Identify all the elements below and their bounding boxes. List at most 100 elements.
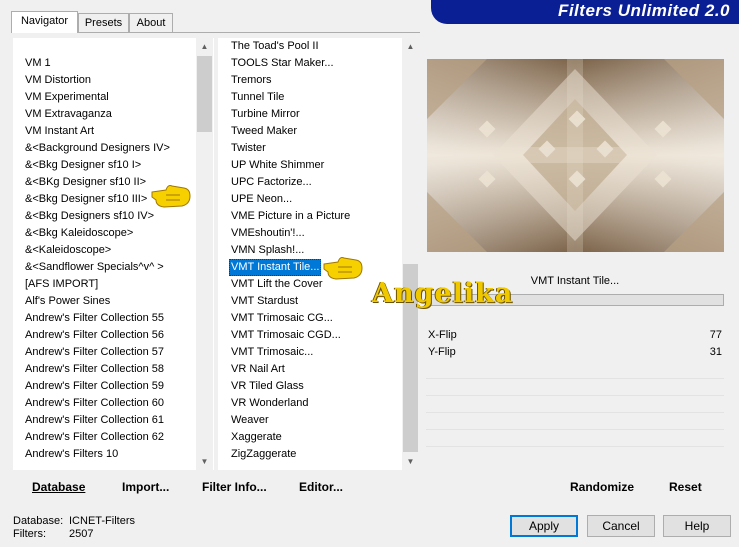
category-item[interactable]: &<Sandflower Specials^v^ >	[23, 259, 166, 276]
scroll-down-icon[interactable]: ▼	[196, 453, 213, 470]
filter-item-label: VR Tiled Glass	[231, 380, 304, 392]
filter-item[interactable]: Turbine Mirror	[229, 106, 302, 123]
filter-item-label: VMT Trimosaic CGD...	[231, 329, 341, 341]
filter-list[interactable]: The Toad's Pool II TOOLS Star Maker... Tre…	[218, 38, 419, 470]
filter-item[interactable]: UPE Neon...	[229, 191, 294, 208]
filter-item[interactable]: VMT Trimosaic...	[229, 344, 315, 361]
status-filters-label: Filters:	[13, 528, 46, 540]
filter-item-label: VME Picture in a Picture	[231, 210, 351, 222]
category-scrollbar[interactable]: ▲ ▼	[196, 38, 213, 470]
category-item[interactable]: Andrew's Filter Collection 56	[23, 327, 166, 344]
category-item-label: [AFS IMPORT]	[25, 278, 99, 290]
scroll-up-icon[interactable]: ▲	[196, 38, 213, 55]
category-item[interactable]: Andrew's Filter Collection 55	[23, 310, 166, 327]
category-item[interactable]: &<Bkg Designers sf10 IV>	[23, 208, 156, 225]
category-item[interactable]: VM Experimental	[23, 89, 111, 106]
filter-item[interactable]: VMT Lift the Cover	[229, 276, 325, 293]
category-item[interactable]: Andrew's Filters 10	[23, 446, 120, 463]
filter-info-button[interactable]: Filter Info...	[202, 480, 267, 494]
filter-item[interactable]: VMT Trimosaic CG...	[229, 310, 335, 327]
category-item[interactable]: VM Distortion	[23, 72, 93, 89]
filter-item-label: VMT Trimosaic CG...	[231, 312, 333, 324]
cancel-button[interactable]: Cancel	[587, 515, 655, 537]
filter-scrollbar[interactable]: ▲ ▼	[402, 38, 419, 470]
filter-item-label: UPC Factorize...	[231, 176, 312, 188]
category-item[interactable]: Andrew's Filter Collection 59	[23, 378, 166, 395]
category-item[interactable]: VM Instant Art	[23, 123, 96, 140]
filter-item-label: Xaggerate	[231, 431, 282, 443]
filter-item[interactable]: UP White Shimmer	[229, 157, 326, 174]
filter-item[interactable]: VMT Stardust	[229, 293, 300, 310]
category-item[interactable]: VM 1	[23, 55, 53, 72]
category-item[interactable]: &<Bkg Kaleidoscope>	[23, 225, 135, 242]
filter-item[interactable]: VMN Splash!...	[229, 242, 306, 259]
filter-item[interactable]: Twister	[229, 140, 268, 157]
filter-item-label: Turbine Mirror	[231, 108, 300, 120]
scroll-thumb[interactable]	[197, 56, 212, 132]
filter-item[interactable]: TOOLS Star Maker...	[229, 55, 336, 72]
category-item-label: Andrew's Filter Collection 61	[25, 414, 165, 426]
filter-item[interactable]: VR Nail Art	[229, 361, 287, 378]
filter-item-label: VMT Trimosaic...	[231, 346, 314, 358]
category-item[interactable]: &<Kaleidoscope>	[23, 242, 113, 259]
category-item-label: VM Experimental	[25, 91, 109, 103]
tab-navigator[interactable]: Navigator	[11, 11, 78, 33]
tab-presets[interactable]: Presets	[78, 13, 129, 32]
category-item[interactable]: &<Bkg Designer sf10 III>	[23, 191, 149, 208]
category-item[interactable]: Andrew's Filter Collection 58	[23, 361, 166, 378]
category-item[interactable]: Alf's Power Sines	[23, 293, 112, 310]
filter-item-label: UP White Shimmer	[231, 159, 325, 171]
editor-button[interactable]: Editor...	[299, 480, 343, 494]
category-item[interactable]: VM Extravaganza	[23, 106, 114, 123]
filter-item[interactable]: Tweed Maker	[229, 123, 299, 140]
randomize-button[interactable]: Randomize	[570, 480, 634, 494]
filter-item[interactable]: VMT Instant Tile...	[229, 259, 322, 276]
banner-title: Filters Unlimited 2.0	[557, 1, 730, 20]
slot-divider	[426, 378, 724, 379]
category-item-label: &<Kaleidoscope>	[25, 244, 112, 256]
database-button[interactable]: Database	[32, 480, 85, 494]
filter-item[interactable]: VMEshoutin'!...	[229, 225, 307, 242]
category-item[interactable]: &<BKg Designer sf10 II>	[23, 174, 148, 191]
apply-button[interactable]: Apply	[510, 515, 578, 537]
category-item[interactable]: Andrew's Filter Collection 61	[23, 412, 166, 429]
category-item[interactable]: [AFS IMPORT]	[23, 276, 100, 293]
category-list[interactable]: VM 1 VM Distortion VM Experimental VM Extra…	[13, 38, 214, 470]
category-item-label: Andrew's Filter Collection 56	[25, 329, 165, 341]
slot-divider	[426, 412, 724, 413]
control-value: 77	[709, 329, 722, 341]
control-y-flip[interactable]: Y-Flip 31	[426, 344, 724, 361]
category-item-label: Alf's Power Sines	[25, 295, 111, 307]
category-item[interactable]: Andrew's Filter Collection 62	[23, 429, 166, 446]
category-item[interactable]: Andrew's Filter Collection 60	[23, 395, 166, 412]
category-item-label: VM 1	[25, 57, 51, 69]
filter-item-label: UPE Neon...	[231, 193, 293, 205]
scroll-down-icon[interactable]: ▼	[402, 453, 419, 470]
help-button[interactable]: Help	[663, 515, 731, 537]
filter-item[interactable]: Tremors	[229, 72, 274, 89]
filter-item[interactable]: ZigZaggerate	[229, 446, 298, 463]
category-item-label: &<Background Designers IV>	[25, 142, 170, 154]
filter-item-label: The Toad's Pool II	[231, 40, 319, 52]
filter-item[interactable]: Weaver	[229, 412, 271, 429]
filter-item[interactable]: VME Picture in a Picture	[229, 208, 352, 225]
filter-item[interactable]: The Toad's Pool II	[229, 38, 321, 55]
filter-item[interactable]: VMT Trimosaic CGD...	[229, 327, 343, 344]
reset-button[interactable]: Reset	[669, 480, 702, 494]
category-item-label: Andrew's Filter Collection 55	[25, 312, 165, 324]
filter-item-label: TOOLS Star Maker...	[231, 57, 334, 69]
category-item[interactable]: &<Bkg Designer sf10 I>	[23, 157, 143, 174]
filter-item[interactable]: Tunnel Tile	[229, 89, 286, 106]
filter-item[interactable]: Xaggerate	[229, 429, 284, 446]
category-item[interactable]: &<Background Designers IV>	[23, 140, 172, 157]
import-button[interactable]: Import...	[122, 480, 169, 494]
filter-item[interactable]: VR Tiled Glass	[229, 378, 306, 395]
category-item[interactable]: Andrew's Filter Collection 57	[23, 344, 166, 361]
filter-item[interactable]: VR Wonderland	[229, 395, 310, 412]
filter-item-label: VMT Instant Tile...	[231, 261, 320, 273]
filter-item[interactable]: UPC Factorize...	[229, 174, 314, 191]
control-x-flip[interactable]: X-Flip 77	[426, 327, 724, 344]
filter-item-label: VR Wonderland	[231, 397, 309, 409]
tab-about[interactable]: About	[129, 13, 173, 32]
scroll-up-icon[interactable]: ▲	[402, 38, 419, 55]
